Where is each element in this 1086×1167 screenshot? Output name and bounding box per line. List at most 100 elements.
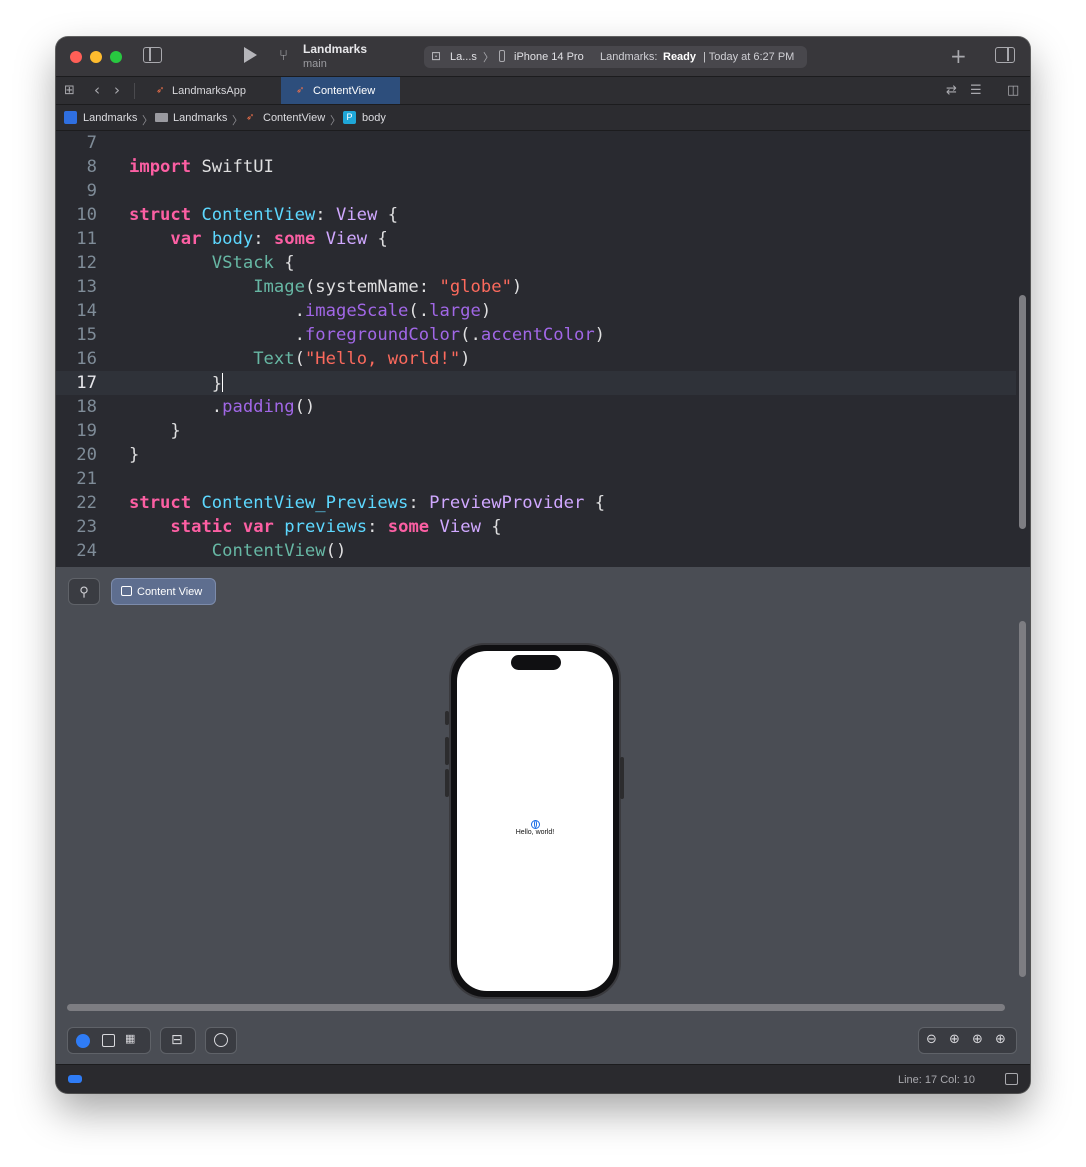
iphone-preview[interactable]: Hello, world! — [445, 643, 624, 999]
sidebar-toggle-icon[interactable] — [143, 47, 162, 63]
side-button — [445, 737, 449, 765]
tab-landmarksapp[interactable]: ➶ LandmarksApp — [142, 77, 264, 104]
info-circle-icon — [214, 1033, 228, 1047]
code-line[interactable]: 13 Image(systemName: "globe") — [56, 275, 1016, 299]
zoom-controls: ⊖ ⊕ ⊕ ⊕ — [918, 1027, 1017, 1054]
variants-grid-icon[interactable]: ▦ — [125, 1032, 135, 1045]
debug-area-icon[interactable] — [68, 1075, 82, 1083]
breadcrumb-item[interactable]: Landmarks — [83, 112, 137, 124]
code-line[interactable]: 18 .padding() — [56, 395, 1016, 419]
scheme-selector[interactable]: La...s — [450, 51, 477, 63]
code-text: .foregroundColor(.accentColor) — [129, 325, 606, 345]
code-editor[interactable]: 24 ContentView() 23 static var previews: … — [56, 131, 1030, 567]
back-icon[interactable]: ‹ — [94, 81, 100, 99]
side-button — [620, 757, 624, 799]
branch-name: main — [303, 58, 327, 70]
zoom-window-button[interactable] — [110, 51, 122, 63]
zoom-in-icon[interactable]: ⊕ — [995, 1032, 1006, 1047]
iphone-icon — [499, 50, 505, 62]
inspector-toggle-icon[interactable] — [995, 47, 1015, 63]
code-line[interactable]: 12 VStack { — [56, 251, 1016, 275]
swift-icon: ➶ — [246, 112, 255, 123]
preview-info-button[interactable] — [205, 1027, 237, 1054]
code-line[interactable]: 17 } — [56, 371, 1016, 395]
live-preview-icon[interactable] — [76, 1034, 90, 1048]
tab-bar: ⊞ ‹ › ➶ LandmarksApp ➶ ContentView ⇄ ☰ ◫ — [56, 77, 1030, 105]
tab-label: LandmarksApp — [172, 85, 246, 97]
line-number: 11 — [76, 229, 97, 249]
hello-text: Hello, world! — [515, 829, 555, 836]
zoom-actual-icon[interactable]: ⊕ — [949, 1032, 960, 1047]
selectable-mode-icon[interactable] — [102, 1034, 115, 1047]
code-line[interactable]: 16 Text("Hello, world!") — [56, 347, 1016, 371]
canvas-horizontal-scrollbar[interactable] — [67, 1004, 1005, 1011]
code-text: Image(systemName: "globe") — [253, 277, 523, 297]
text-cursor — [222, 373, 224, 392]
status-prefix: Landmarks: — [600, 51, 658, 63]
add-icon[interactable]: + — [950, 44, 967, 68]
device-screen: Hello, world! — [457, 651, 613, 991]
code-line[interactable]: 8 import SwiftUI — [56, 155, 1016, 179]
minimize-window-button[interactable] — [90, 51, 102, 63]
close-window-button[interactable] — [70, 51, 82, 63]
breadcrumb-item[interactable]: body — [362, 112, 386, 124]
code-line[interactable]: 11 var body: some View { — [56, 227, 1016, 251]
pin-button[interactable]: ⚲ — [68, 578, 100, 605]
device-settings-button[interactable]: ⊟ — [160, 1027, 196, 1054]
console-toggle-icon[interactable] — [1005, 1073, 1018, 1085]
code-line[interactable]: 19 } — [56, 419, 1016, 443]
preview-mode-controls: ▦ — [67, 1027, 151, 1054]
code-line[interactable]: 15 .foregroundColor(.accentColor) — [56, 323, 1016, 347]
grid-icon[interactable]: ⊞ — [64, 83, 75, 98]
code-text: import SwiftUI — [129, 157, 274, 177]
line-number: 24 — [76, 541, 97, 561]
status-time: | Today at 6:27 PM — [703, 51, 795, 63]
divider — [134, 83, 135, 99]
line-number: 18 — [76, 397, 97, 417]
code-line[interactable]: 23 static var previews: some View { — [56, 515, 1016, 539]
breadcrumb-item[interactable]: Landmarks — [173, 112, 227, 124]
preview-icon — [121, 586, 132, 596]
chevron-right-icon: 〉 — [330, 115, 341, 127]
editor-scrollbar[interactable] — [1019, 295, 1026, 529]
code-line[interactable]: 21 — [56, 467, 1016, 491]
breadcrumb-item[interactable]: ContentView — [263, 112, 325, 124]
code-text: .imageScale(.large) — [129, 301, 492, 321]
code-line[interactable]: 14 .imageScale(.large) — [56, 299, 1016, 323]
forward-icon[interactable]: › — [114, 81, 120, 99]
project-name[interactable]: Landmarks — [303, 42, 367, 56]
globe-icon — [531, 820, 540, 829]
tab-contentview[interactable]: ➶ ContentView — [281, 77, 400, 104]
line-number: 15 — [76, 325, 97, 345]
code-text: var body: some View { — [170, 229, 388, 249]
activity-status: ⊡ La...s 〉 iPhone 14 Pro Landmarks: Read… — [424, 46, 807, 68]
canvas-vertical-scrollbar[interactable] — [1019, 621, 1026, 977]
device-selector[interactable]: iPhone 14 Pro — [514, 51, 584, 63]
status-state: Ready — [663, 51, 697, 63]
content-view-preview-button[interactable]: Content View — [111, 578, 216, 605]
line-number: 7 — [86, 133, 97, 153]
editor-options-icon[interactable]: ☰ — [970, 83, 982, 98]
preview-label: Content View — [137, 586, 203, 598]
toggle-icon: ⊟ — [171, 1032, 183, 1048]
code-text: } — [129, 421, 181, 441]
folder-icon — [155, 113, 168, 122]
code-line[interactable]: 24 ContentView() — [56, 539, 1016, 563]
zoom-out-icon[interactable]: ⊖ — [926, 1032, 937, 1047]
code-line[interactable]: 22 struct ContentView_Previews: PreviewPr… — [56, 491, 1016, 515]
zoom-fit-icon[interactable]: ⊕ — [972, 1032, 983, 1047]
code-line[interactable]: 20} — [56, 443, 1016, 467]
swap-icon[interactable]: ⇄ — [946, 83, 957, 98]
code-line[interactable]: 9 — [56, 179, 1016, 203]
code-line[interactable]: 7 — [56, 131, 1016, 155]
status-bar: Line: 17 Col: 10 — [56, 1064, 1030, 1093]
toolbar: ⑂ Landmarks main ⊡ La...s 〉 iPhone 14 Pr… — [56, 37, 1030, 77]
split-editor-icon[interactable]: ◫ — [1007, 83, 1019, 98]
line-number: 22 — [76, 493, 97, 513]
code-line[interactable]: 10 struct ContentView: View { — [56, 203, 1016, 227]
line-number: 16 — [76, 349, 97, 369]
swift-icon: ➶ — [156, 85, 165, 96]
branch-icon: ⑂ — [279, 46, 289, 64]
run-icon[interactable] — [244, 47, 257, 63]
code-text: struct ContentView: View { — [129, 205, 399, 225]
